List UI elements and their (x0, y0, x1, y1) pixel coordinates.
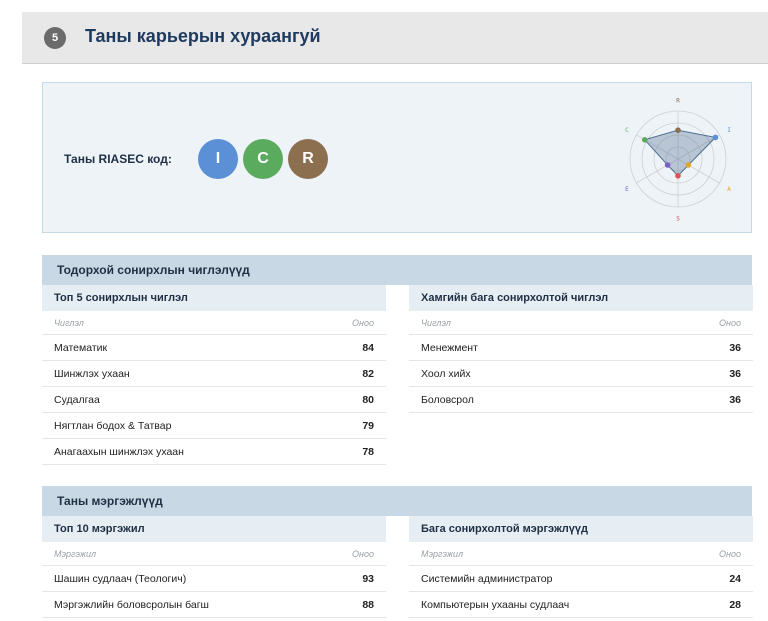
table-row: Нягтлан бодох & Татвар 79 (42, 413, 386, 439)
row-score: 88 (362, 598, 374, 611)
row-name: Шинжлэх ухаан (54, 367, 130, 380)
radar-point-e (664, 162, 671, 168)
top-careers-table: Топ 10 мэргэжил Мэргэжил Оноо Шашин судл… (42, 516, 386, 618)
column-name-label: Мэргэжил (421, 548, 464, 559)
low-interests-title: Хамгийн бага сонирхолтой чиглэл (409, 285, 753, 311)
section-header: 5 Таны карьерын хураангуй (22, 12, 768, 64)
table-row: Менежмент 36 (409, 335, 753, 361)
column-name-label: Чиглэл (54, 317, 84, 328)
radar-axis-label-r: R (676, 98, 680, 105)
table-row: Анагаахын шинжлэх ухаан 78 (42, 439, 386, 465)
row-score: 78 (362, 445, 374, 458)
riasec-code-i-badge: I (198, 139, 238, 179)
riasec-code-r-badge: R (288, 139, 328, 179)
row-name: Анагаахын шинжлэх ухаан (54, 445, 184, 458)
row-score: 24 (729, 572, 741, 585)
row-name: Системийн администратор (421, 572, 553, 585)
table-row: Системийн администратор 24 (409, 566, 753, 592)
row-name: Мэргэжлийн боловсролын багш (54, 598, 209, 611)
row-name: Компьютерын ухааны судлаач (421, 598, 570, 611)
radar-axis-label-a: A (727, 186, 731, 193)
row-name: Нягтлан бодох & Татвар (54, 419, 172, 432)
column-score-label: Оноо (719, 317, 741, 328)
row-score: 93 (362, 572, 374, 585)
interests-section-header: Тодорхой сонирхлын чиглэлүүд (42, 255, 752, 285)
row-name: Математик (54, 341, 108, 354)
radar-axis-label-e: E (625, 186, 629, 193)
radar-axis-label-c: C (625, 127, 629, 134)
radar-point-i (712, 134, 719, 141)
radar-point-a (685, 162, 692, 168)
table-column-header: Чиглэл Оноо (42, 311, 386, 335)
row-name: Шашин судлаач (Теологич) (54, 572, 187, 585)
row-score: 28 (729, 598, 741, 611)
row-score: 36 (729, 367, 741, 380)
row-name: Боловсрол (421, 393, 474, 406)
column-score-label: Оноо (352, 548, 374, 559)
section-title: Таны карьерын хураангуй (85, 26, 321, 46)
table-column-header: Чиглэл Оноо (409, 311, 753, 335)
radar-profile-polygon (643, 129, 717, 177)
row-score: 36 (729, 341, 741, 354)
row-score: 80 (362, 393, 374, 406)
column-score-label: Оноо (719, 548, 741, 559)
row-name: Судалгаа (54, 393, 100, 406)
table-column-header: Мэргэжил Оноо (42, 542, 386, 566)
row-score: 84 (362, 341, 374, 354)
top-interests-table: Топ 5 сонирхлын чиглэл Чиглэл Оноо Матем… (42, 285, 386, 465)
table-row: Мэргэжлийн боловсролын багш 88 (42, 592, 386, 618)
radar-axis-label-s: S (676, 216, 680, 223)
top-interests-title: Топ 5 сонирхлын чиглэл (42, 285, 386, 311)
riasec-code-c-badge: C (243, 139, 283, 179)
radar-point-s (675, 173, 681, 179)
careers-section-header: Таны мэргэжлүүд (42, 486, 752, 516)
table-column-header: Мэргэжил Оноо (409, 542, 753, 566)
low-careers-table: Бага сонирхолтой мэргэжлүүд Мэргэжил Оно… (409, 516, 753, 618)
radar-point-r (675, 127, 681, 133)
column-name-label: Чиглэл (421, 317, 451, 328)
row-score: 82 (362, 367, 374, 380)
section-number-badge: 5 (44, 27, 66, 49)
table-row: Шинжлэх ухаан 82 (42, 361, 386, 387)
table-row: Математик 84 (42, 335, 386, 361)
low-careers-title: Бага сонирхолтой мэргэжлүүд (409, 516, 753, 542)
riasec-summary-box: Таны RIASEC код: I C R R I A S E C (42, 82, 752, 233)
radar-axis-label-i: I (727, 127, 731, 134)
top-careers-title: Топ 10 мэргэжил (42, 516, 386, 542)
table-row: Шашин судлаач (Теологич) 93 (42, 566, 386, 592)
row-name: Хоол хийх (421, 367, 471, 380)
row-name: Менежмент (421, 341, 478, 354)
column-name-label: Мэргэжил (54, 548, 97, 559)
radar-point-c (641, 137, 648, 143)
table-row: Компьютерын ухааны судлаач 28 (409, 592, 753, 618)
column-score-label: Оноо (352, 317, 374, 328)
table-row: Боловсрол 36 (409, 387, 753, 413)
riasec-radar-chart: R I A S E C (625, 98, 731, 223)
row-score: 79 (362, 419, 374, 432)
riasec-code-label: Таны RIASEC код: (64, 152, 172, 166)
low-interests-table: Хамгийн бага сонирхолтой чиглэл Чиглэл О… (409, 285, 753, 413)
table-row: Хоол хийх 36 (409, 361, 753, 387)
table-row: Судалгаа 80 (42, 387, 386, 413)
row-score: 36 (729, 393, 741, 406)
